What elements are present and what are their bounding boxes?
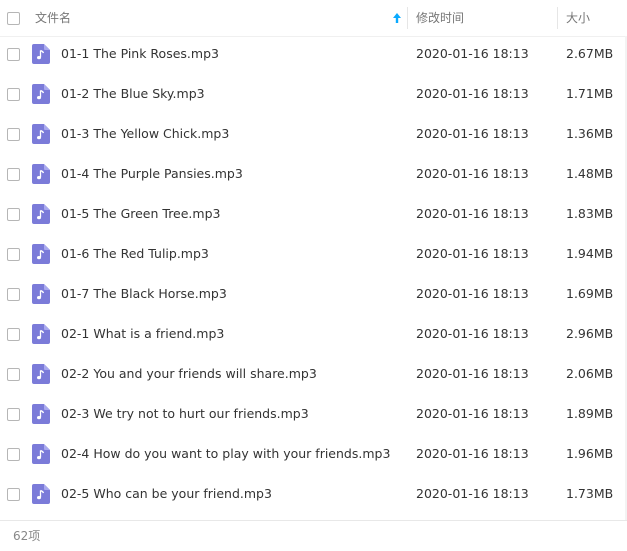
audio-file-icon[interactable] <box>32 44 50 64</box>
audio-file-icon[interactable] <box>32 204 50 224</box>
file-modified-time: 2020-01-16 18:13 <box>416 286 529 301</box>
file-row[interactable]: 01-1 The Pink Roses.mp3 2020-01-16 18:13 2… <box>0 34 627 74</box>
file-row-checkbox[interactable] <box>7 368 20 381</box>
file-name[interactable]: 01-7 The Black Horse.mp3 <box>61 274 227 314</box>
file-modified-time: 2020-01-16 18:13 <box>416 126 529 141</box>
file-row-checkbox[interactable] <box>7 288 20 301</box>
file-size: 1.89MB <box>566 406 614 421</box>
file-row[interactable]: 02-3 We try not to hurt our friends.mp3 2… <box>0 394 627 434</box>
item-count: 62项 <box>13 529 41 543</box>
file-modified-time: 2020-01-16 18:13 <box>416 446 529 461</box>
file-row[interactable]: 01-4 The Purple Pansies.mp3 2020-01-16 18… <box>0 154 627 194</box>
file-row[interactable]: 02-2 You and your friends will share.mp3… <box>0 354 627 394</box>
column-divider[interactable] <box>407 7 408 29</box>
file-row-checkbox[interactable] <box>7 48 20 61</box>
audio-file-icon[interactable] <box>32 364 50 384</box>
file-size: 2.96MB <box>566 326 614 341</box>
file-size: 1.83MB <box>566 206 614 221</box>
footer-divider <box>0 520 627 521</box>
file-name[interactable]: 02-4 How do you want to play with your f… <box>61 434 390 474</box>
file-size: 1.71MB <box>566 86 614 101</box>
file-row[interactable]: 01-2 The Blue Sky.mp3 2020-01-16 18:13 1.7… <box>0 74 627 114</box>
file-name[interactable]: 01-5 The Green Tree.mp3 <box>61 194 220 234</box>
file-modified-time: 2020-01-16 18:13 <box>416 166 529 181</box>
file-list-view: 文件名 修改时间 大小 01-1 The Pink Roses.mp3 2020-… <box>0 0 627 551</box>
file-size: 1.48MB <box>566 166 614 181</box>
file-modified-time: 2020-01-16 18:13 <box>416 206 529 221</box>
file-row[interactable]: 01-7 The Black Horse.mp3 2020-01-16 18:13… <box>0 274 627 314</box>
file-name[interactable]: 01-2 The Blue Sky.mp3 <box>61 74 205 114</box>
file-row-checkbox[interactable] <box>7 448 20 461</box>
column-header-name-label: 文件名 <box>35 11 72 25</box>
column-header-time[interactable]: 修改时间 <box>416 0 464 36</box>
file-row-checkbox[interactable] <box>7 208 20 221</box>
column-divider[interactable] <box>557 7 558 29</box>
file-size: 1.96MB <box>566 446 614 461</box>
select-all-checkbox[interactable] <box>7 12 20 25</box>
file-row[interactable]: 01-3 The Yellow Chick.mp3 2020-01-16 18:1… <box>0 114 627 154</box>
file-size: 2.67MB <box>566 46 614 61</box>
file-row-checkbox[interactable] <box>7 248 20 261</box>
audio-file-icon[interactable] <box>32 484 50 504</box>
file-modified-time: 2020-01-16 18:13 <box>416 86 529 101</box>
audio-file-icon[interactable] <box>32 164 50 184</box>
column-header-time-label: 修改时间 <box>416 11 465 25</box>
column-header-name[interactable]: 文件名 <box>35 0 405 36</box>
file-name[interactable]: 02-3 We try not to hurt our friends.mp3 <box>61 394 309 434</box>
audio-file-icon[interactable] <box>32 324 50 344</box>
file-row[interactable]: 01-6 The Red Tulip.mp3 2020-01-16 18:13 1.… <box>0 234 627 274</box>
file-row[interactable]: 02-5 Who can be your friend.mp3 2020-01-1… <box>0 474 627 514</box>
file-modified-time: 2020-01-16 18:13 <box>416 486 529 501</box>
file-row-checkbox[interactable] <box>7 328 20 341</box>
file-name[interactable]: 01-1 The Pink Roses.mp3 <box>61 34 219 74</box>
column-header-size[interactable]: 大小 <box>566 0 590 36</box>
file-modified-time: 2020-01-16 18:13 <box>416 46 529 61</box>
file-size: 2.06MB <box>566 366 614 381</box>
file-name[interactable]: 02-2 You and your friends will share.mp3 <box>61 354 317 394</box>
list-header: 文件名 修改时间 大小 <box>0 0 627 37</box>
file-row[interactable]: 02-4 How do you want to play with your f… <box>0 434 627 474</box>
file-name[interactable]: 01-3 The Yellow Chick.mp3 <box>61 114 229 154</box>
file-row-checkbox[interactable] <box>7 408 20 421</box>
file-row-checkbox[interactable] <box>7 88 20 101</box>
audio-file-icon[interactable] <box>32 124 50 144</box>
file-name[interactable]: 01-4 The Purple Pansies.mp3 <box>61 154 243 194</box>
file-row[interactable]: 01-5 The Green Tree.mp3 2020-01-16 18:13 1… <box>0 194 627 234</box>
file-size: 1.94MB <box>566 246 614 261</box>
audio-file-icon[interactable] <box>32 444 50 464</box>
file-modified-time: 2020-01-16 18:13 <box>416 246 529 261</box>
file-modified-time: 2020-01-16 18:13 <box>416 326 529 341</box>
sort-ascending-arrow-icon[interactable] <box>392 12 402 24</box>
file-name[interactable]: 01-6 The Red Tulip.mp3 <box>61 234 209 274</box>
audio-file-icon[interactable] <box>32 84 50 104</box>
file-modified-time: 2020-01-16 18:13 <box>416 406 529 421</box>
audio-file-icon[interactable] <box>32 404 50 424</box>
file-row-checkbox[interactable] <box>7 488 20 501</box>
file-row-checkbox[interactable] <box>7 128 20 141</box>
file-size: 1.36MB <box>566 126 614 141</box>
file-name[interactable]: 02-5 Who can be your friend.mp3 <box>61 474 272 514</box>
file-rows: 01-1 The Pink Roses.mp3 2020-01-16 18:13 2… <box>0 34 627 514</box>
file-modified-time: 2020-01-16 18:13 <box>416 366 529 381</box>
audio-file-icon[interactable] <box>32 244 50 264</box>
audio-file-icon[interactable] <box>32 284 50 304</box>
file-name[interactable]: 02-1 What is a friend.mp3 <box>61 314 224 354</box>
file-row-checkbox[interactable] <box>7 168 20 181</box>
file-size: 1.69MB <box>566 286 614 301</box>
file-row[interactable]: 02-1 What is a friend.mp3 2020-01-16 18:1… <box>0 314 627 354</box>
file-size: 1.73MB <box>566 486 614 501</box>
column-header-size-label: 大小 <box>566 11 591 25</box>
